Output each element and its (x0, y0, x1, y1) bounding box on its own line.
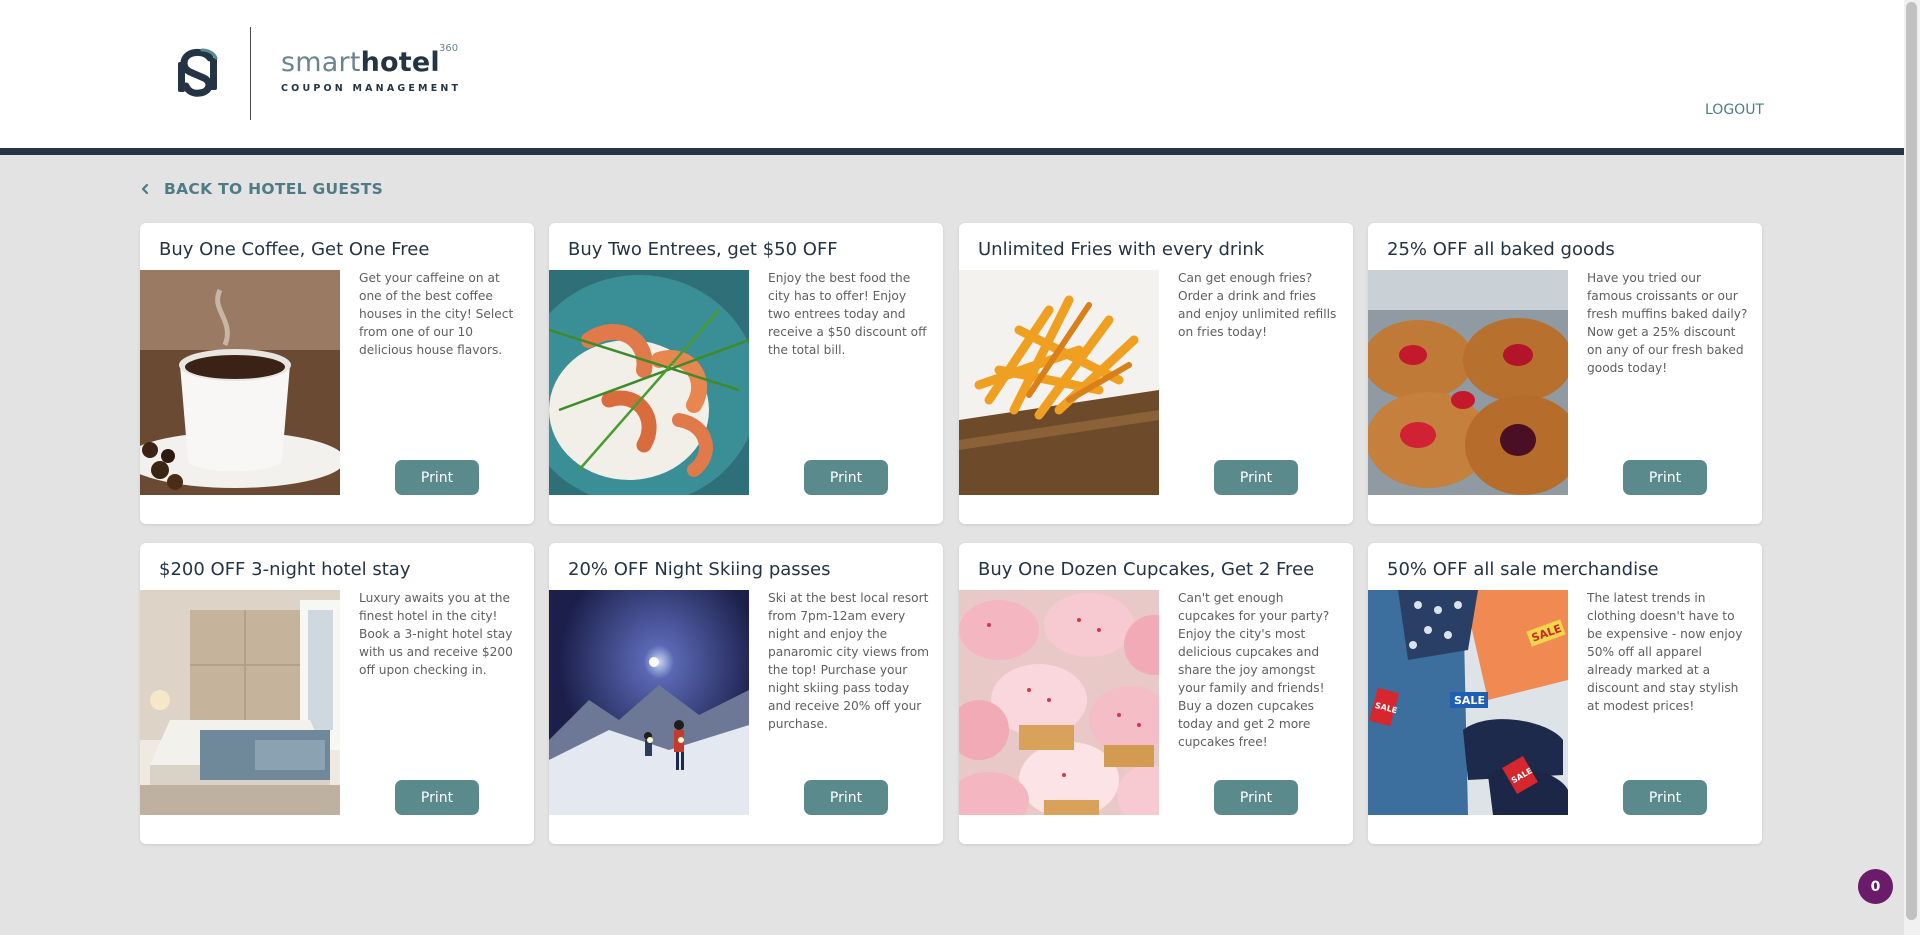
coupon-title: Buy Two Entrees, get $50 OFF (568, 239, 838, 260)
brand-name-light: smart (281, 47, 361, 78)
print-button[interactable]: Print (395, 780, 479, 815)
sale-clothing-image: SALE SALE SALE SALE (1368, 590, 1568, 815)
hotel-room-image (140, 590, 340, 815)
coupon-card: Buy One Coffee, Get One Free Get your ca… (140, 223, 534, 524)
back-link-label: BACK TO HOTEL GUESTS (164, 180, 384, 198)
coupon-title: Unlimited Fries with every drink (978, 239, 1265, 260)
chevron-left-icon (141, 183, 149, 195)
pastries-image (1368, 270, 1568, 495)
logo-divider (250, 27, 251, 120)
coupon-title: 50% OFF all sale merchandise (1387, 559, 1659, 580)
print-button[interactable]: Print (1214, 780, 1298, 815)
print-button[interactable]: Print (1214, 460, 1298, 495)
coupon-card: Buy Two Entrees, get $50 OFF Enjoy the b… (549, 223, 943, 524)
print-button[interactable]: Print (395, 460, 479, 495)
coupon-title: $200 OFF 3-night hotel stay (159, 559, 411, 580)
coupon-description: The latest trends in clothing doesn't ha… (1587, 591, 1743, 713)
coupon-card: 20% OFF Night Skiing passes Ski at the b… (549, 543, 943, 844)
brand-subtitle: COUPON MANAGEMENT (281, 83, 462, 94)
logout-link[interactable]: LOGOUT (1705, 102, 1764, 118)
french-fries-image (959, 270, 1159, 495)
print-button[interactable]: Print (1623, 460, 1707, 495)
print-button[interactable]: Print (1623, 780, 1707, 815)
coupon-description: Get your caffeine on at one of the best … (359, 271, 514, 357)
coupon-card: 50% OFF all sale merchandise SALE SALE S… (1368, 543, 1762, 844)
notification-count-badge[interactable]: 0 (1858, 869, 1893, 904)
coupon-title: 25% OFF all baked goods (1387, 239, 1615, 260)
cupcakes-image (959, 590, 1159, 815)
app-header: smarthotel 360 COUPON MANAGEMENT LOGOUT (0, 0, 1904, 148)
sale-tag-label: SALE (1454, 694, 1485, 707)
coupon-title: 20% OFF Night Skiing passes (568, 559, 831, 580)
coffee-cup-image (140, 270, 340, 495)
coupon-description: Enjoy the best food the city has to offe… (768, 271, 927, 357)
coupon-description: Ski at the best local resort from 7pm-12… (768, 591, 930, 731)
coupon-description: Have you tried our famous croissants or … (1587, 271, 1748, 375)
brand-name-bold: hotel (360, 47, 440, 78)
coupon-description: Luxury awaits you at the finest hotel in… (359, 591, 513, 677)
coupon-card: Unlimited Fries with every drink Can get… (959, 223, 1353, 524)
header-accent-bar (0, 148, 1904, 155)
print-button[interactable]: Print (804, 780, 888, 815)
night-skiing-image (549, 590, 749, 815)
coupon-description: Can get enough fries? Order a drink and … (1178, 271, 1337, 339)
scrollbar-thumb[interactable] (1906, 2, 1917, 920)
print-button[interactable]: Print (804, 460, 888, 495)
coupon-card: $200 OFF 3-night hotel stay Luxury await… (140, 543, 534, 844)
coupon-card: Buy One Dozen Cupcakes, Get 2 Free Can't… (959, 543, 1353, 844)
brand-superscript: 360 (439, 43, 459, 54)
coupon-title: Buy One Coffee, Get One Free (159, 239, 430, 260)
back-to-hotel-guests-link[interactable]: BACK TO HOTEL GUESTS (140, 180, 383, 198)
smarthotel-logo-icon (176, 48, 222, 98)
shrimp-rice-plate-image (549, 270, 749, 495)
coupon-description: Can't get enough cupcakes for your party… (1178, 591, 1330, 749)
brand-name: smarthotel (281, 46, 440, 80)
coupon-title: Buy One Dozen Cupcakes, Get 2 Free (978, 559, 1315, 580)
coupon-card: 25% OFF all baked goods Have you tried o… (1368, 223, 1762, 524)
